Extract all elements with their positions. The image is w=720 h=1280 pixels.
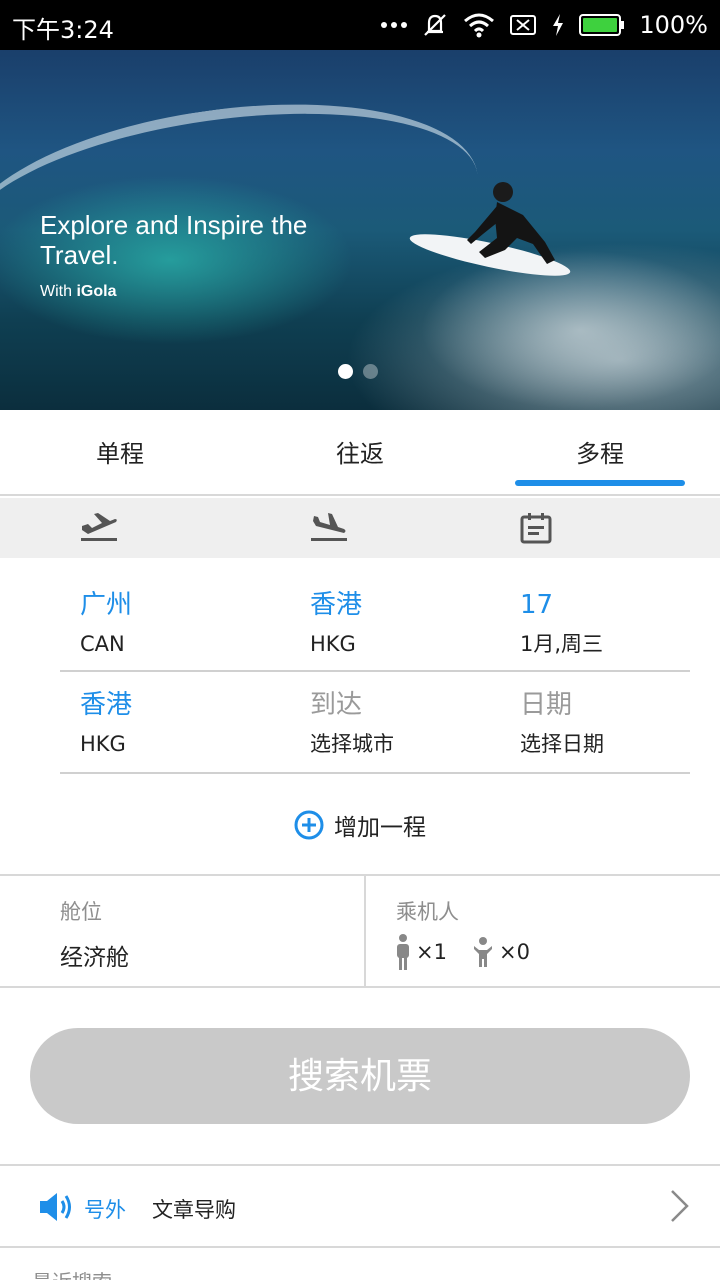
trip-leg-2: 香港 HKG 到达 选择城市 日期 选择日期 [60,674,690,774]
chevron-right-icon [671,1190,689,1222]
destination-code: HKG [310,632,356,656]
date-detail: 1月,周三 [520,632,604,656]
speaker-icon [40,1193,71,1221]
date-placeholder: 日期 [520,690,573,720]
cabin-value: 经济舱 [60,945,129,971]
leg-1-origin[interactable]: 广州 CAN [80,572,132,656]
leg-2-origin[interactable]: 香港 HKG [80,674,132,756]
add-leg-button[interactable]: 增加一程 [0,800,720,850]
destination-placeholder: 到达 [310,690,363,720]
battery-icon [579,14,625,36]
news-text: 文章导购 [152,1198,236,1222]
child-icon [473,937,492,967]
surfer-illustration [409,182,571,276]
column-header-band [0,498,720,558]
wifi-icon [464,13,495,38]
date-select: 选择日期 [520,732,604,756]
destination-city: 香港 [310,590,363,620]
status-time: 下午3:24 [12,16,114,44]
recent-search-heading: 最近搜索 [32,1266,112,1280]
news-row[interactable]: 号外 文章导购 [0,1164,720,1248]
tab-multi-city[interactable]: 多程 [480,410,720,494]
active-tab-indicator [515,480,685,486]
banner-brand: iGola [76,283,117,300]
banner-brand-line: With iGola [40,283,116,301]
add-circle-icon [294,810,324,840]
battery-percent: 100% [639,11,708,39]
leg-1-destination[interactable]: 香港 HKG [310,572,362,656]
news-tag: 号外 [84,1198,126,1222]
tab-label: 多程 [576,440,624,468]
banner-headline: Explore and Inspire the Travel. [40,210,308,270]
banner-with-text: With [40,283,72,300]
charging-icon [553,14,564,36]
origin-code: HKG [80,732,126,756]
promo-banner[interactable]: Explore and Inspire the Travel. With iGo… [0,50,720,410]
leg-2-date[interactable]: 日期 选择日期 [520,674,604,756]
arrival-icon [311,513,347,541]
tab-label: 往返 [336,440,384,468]
origin-code: CAN [80,632,125,656]
status-icons: 100% [381,8,708,42]
search-flights-button[interactable]: 搜索机票 [30,1028,690,1124]
calendar-icon [520,513,552,544]
passenger-selector[interactable]: 乘机人 [366,876,720,988]
tab-round-trip[interactable]: 往返 [240,410,480,494]
booking-options: 舱位 经济舱 乘机人 ×1 ×0 [0,874,720,988]
trip-type-tabs: 单程 往返 多程 [0,410,720,496]
leg-1-date[interactable]: 17 1月,周三 [520,572,603,656]
passenger-label: 乘机人 [396,900,459,924]
carousel-dot-2[interactable] [363,364,378,379]
leg-2-destination[interactable]: 到达 选择城市 [310,674,394,756]
trip-leg-1: 广州 CAN 香港 HKG 17 1月,周三 [60,572,690,672]
origin-city: 香港 [80,690,133,720]
adult-count: ×1 [416,940,447,964]
cabin-selector[interactable]: 舱位 经济舱 [0,876,364,988]
mute-vibrate-icon [424,14,447,36]
adult-icon [397,934,409,970]
child-count: ×0 [498,940,530,964]
tab-label: 单程 [96,440,144,468]
more-dots-icon [381,22,408,28]
departure-icon [81,513,117,541]
add-leg-label: 增加一程 [334,815,426,841]
destination-select-city: 选择城市 [310,732,394,756]
no-sim-icon [510,15,537,35]
status-bar: 下午3:24 100% [0,0,720,50]
carousel-indicator [338,364,378,379]
carousel-dot-1[interactable] [338,364,353,379]
cabin-label: 舱位 [60,900,102,924]
passenger-counts: ×1 ×0 [396,934,530,970]
date-day: 17 [520,590,554,620]
tab-one-way[interactable]: 单程 [0,410,240,494]
origin-city: 广州 [80,590,133,620]
